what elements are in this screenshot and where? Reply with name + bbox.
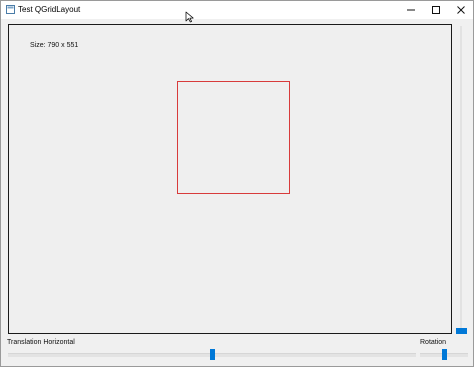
rotation-slider-handle[interactable] [442, 349, 447, 360]
mouse-pointer-icon [185, 11, 194, 23]
maximize-button[interactable] [423, 1, 449, 19]
maximize-icon [432, 6, 440, 14]
red-square-item[interactable] [177, 81, 290, 194]
translation-slider-handle[interactable] [210, 349, 215, 360]
rotation-label: Rotation [420, 339, 447, 346]
close-button[interactable] [448, 1, 473, 19]
vertical-slider-track[interactable] [460, 26, 462, 330]
translation-horizontal-label: Translation Horizontal [7, 339, 75, 346]
close-icon [457, 6, 465, 14]
app-window: Test QGridLayout Size: 790 x 551 Transla… [0, 0, 474, 367]
minimize-button[interactable] [398, 1, 424, 19]
minimize-icon [407, 9, 415, 11]
title-bar[interactable]: Test QGridLayout [1, 1, 473, 19]
vertical-slider-handle[interactable] [456, 328, 467, 334]
graphics-view[interactable]: Size: 790 x 551 [8, 24, 452, 334]
size-label: Size: 790 x 551 [30, 42, 79, 49]
window-title: Test QGridLayout [18, 5, 81, 14]
app-window-icon [6, 5, 15, 14]
